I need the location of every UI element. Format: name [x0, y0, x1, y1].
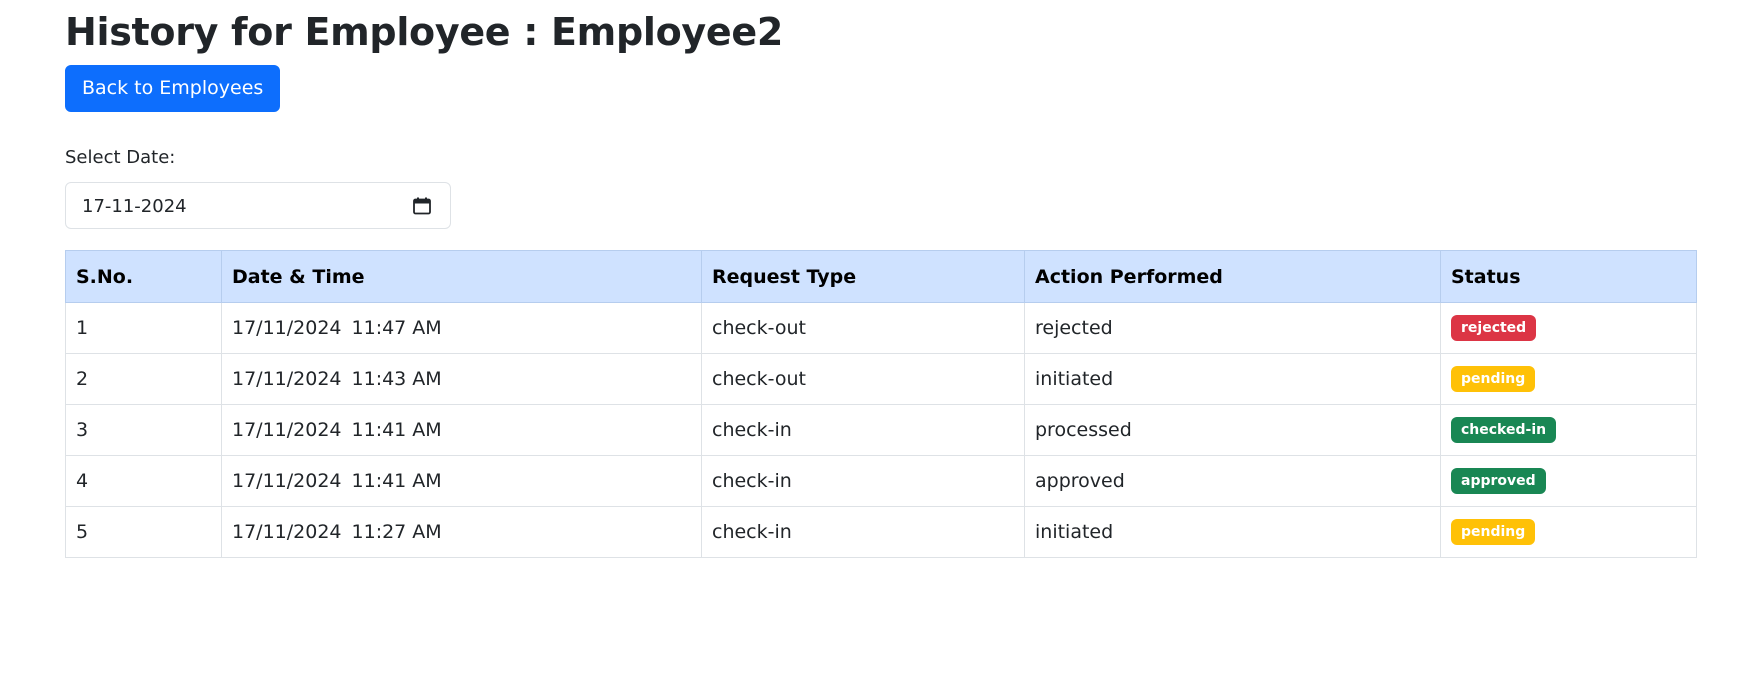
status-badge: pending: [1451, 366, 1536, 392]
cell-date: 17/11/2024: [232, 521, 342, 543]
cell-datetime: 17/11/2024 11:41 AM: [221, 455, 702, 507]
cell-sno: 2: [65, 353, 222, 405]
cell-sno: 4: [65, 455, 222, 507]
cell-sno: 1: [65, 302, 222, 354]
cell-status: pending: [1440, 506, 1697, 558]
cell-time: 11:41 AM: [351, 419, 442, 441]
cell-status: checked-in: [1440, 404, 1697, 456]
table-row: 5 17/11/2024 11:27 AM check-in initiated …: [65, 506, 1697, 558]
cell-time: 11:43 AM: [351, 368, 442, 390]
cell-action: initiated: [1024, 506, 1441, 558]
table-header-row: S.No. Date & Time Request Type Action Pe…: [65, 250, 1697, 303]
page-title: History for Employee : Employee2: [65, 10, 783, 54]
date-input-value: 17-11-2024: [82, 196, 187, 217]
status-badge: rejected: [1451, 315, 1537, 341]
cell-request-type: check-out: [701, 302, 1025, 354]
cell-time: 11:27 AM: [351, 521, 442, 543]
calendar-icon[interactable]: [412, 196, 432, 216]
header-datetime: Date & Time: [221, 250, 702, 303]
cell-request-type: check-in: [701, 404, 1025, 456]
date-input[interactable]: 17-11-2024: [65, 182, 451, 229]
cell-action: approved: [1024, 455, 1441, 507]
cell-status: approved: [1440, 455, 1697, 507]
cell-sno: 3: [65, 404, 222, 456]
select-date-label: Select Date:: [65, 147, 176, 168]
cell-action: processed: [1024, 404, 1441, 456]
header-request-type: Request Type: [701, 250, 1025, 303]
header-sno: S.No.: [65, 250, 222, 303]
cell-action: initiated: [1024, 353, 1441, 405]
cell-status: pending: [1440, 353, 1697, 405]
cell-time: 11:41 AM: [351, 470, 442, 492]
cell-datetime: 17/11/2024 11:41 AM: [221, 404, 702, 456]
cell-action: rejected: [1024, 302, 1441, 354]
status-badge: pending: [1451, 519, 1536, 545]
cell-request-type: check-out: [701, 353, 1025, 405]
table-row: 4 17/11/2024 11:41 AM check-in approved a…: [65, 455, 1697, 507]
back-to-employees-button[interactable]: Back to Employees: [65, 65, 281, 112]
cell-sno: 5: [65, 506, 222, 558]
table-row: 3 17/11/2024 11:41 AM check-in processed …: [65, 404, 1697, 456]
header-action: Action Performed: [1024, 250, 1441, 303]
table-row: 1 17/11/2024 11:47 AM check-out rejected …: [65, 302, 1697, 354]
cell-request-type: check-in: [701, 455, 1025, 507]
cell-date: 17/11/2024: [232, 368, 342, 390]
cell-datetime: 17/11/2024 11:27 AM: [221, 506, 702, 558]
history-table: S.No. Date & Time Request Type Action Pe…: [65, 250, 1697, 558]
cell-date: 17/11/2024: [232, 419, 342, 441]
cell-time: 11:47 AM: [351, 317, 442, 339]
cell-datetime: 17/11/2024 11:43 AM: [221, 353, 702, 405]
cell-request-type: check-in: [701, 506, 1025, 558]
cell-date: 17/11/2024: [232, 470, 342, 492]
cell-status: rejected: [1440, 302, 1697, 354]
status-badge: checked-in: [1451, 417, 1557, 443]
cell-date: 17/11/2024: [232, 317, 342, 339]
cell-datetime: 17/11/2024 11:47 AM: [221, 302, 702, 354]
header-status: Status: [1440, 250, 1697, 303]
table-row: 2 17/11/2024 11:43 AM check-out initiated…: [65, 353, 1697, 405]
status-badge: approved: [1451, 468, 1546, 494]
